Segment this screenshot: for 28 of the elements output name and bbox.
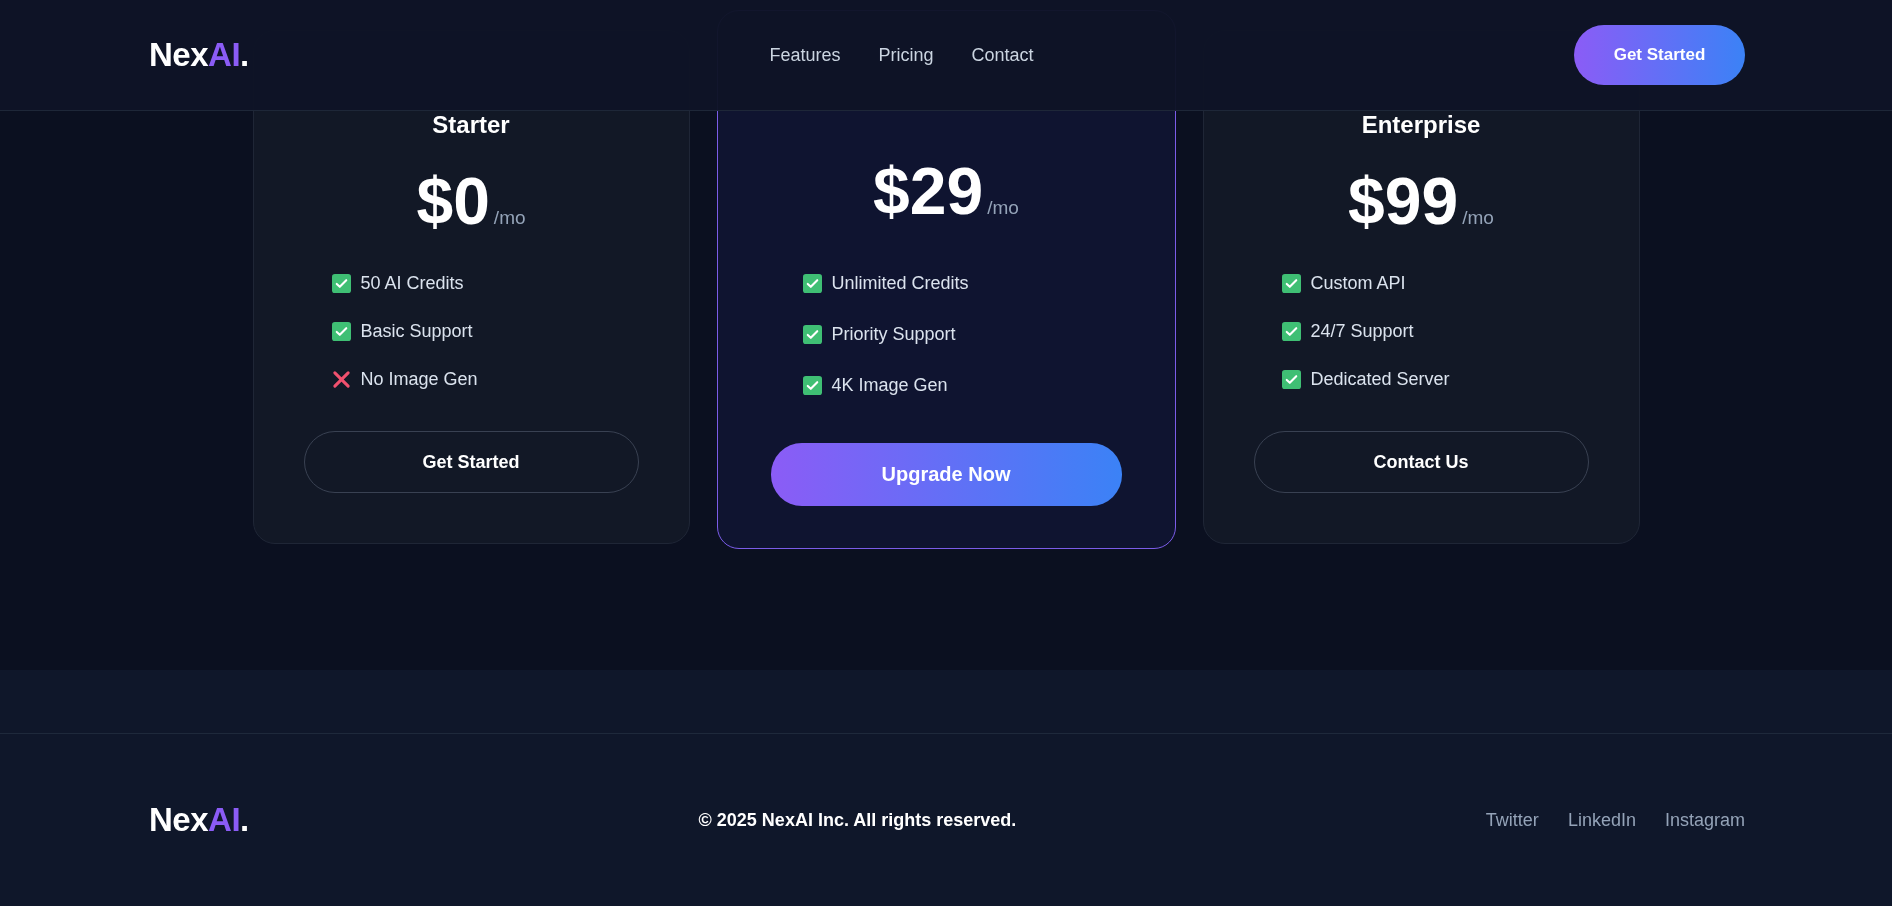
upgrade-button[interactable]: Upgrade Now (770, 443, 1122, 506)
get-started-button[interactable]: Get Started (1574, 25, 1745, 85)
social-link[interactable]: Instagram (1664, 809, 1745, 831)
feature-label: 24/7 Support (1310, 320, 1414, 342)
plan-price: $29 (873, 155, 984, 227)
price-period: /mo (493, 207, 526, 229)
plan-title: Enterprise (1361, 111, 1481, 139)
price-period: /mo (1462, 207, 1494, 229)
feature-label: No Image Gen (360, 368, 478, 390)
feature-label: Unlimited Credits (831, 272, 969, 294)
nav-link[interactable]: Pricing (878, 44, 934, 66)
plan-price: $99 (1348, 165, 1459, 237)
social-link[interactable]: Twitter (1485, 809, 1539, 831)
nav-link[interactable]: Features (769, 44, 841, 66)
feature-label: Basic Support (360, 320, 473, 342)
social-link[interactable]: LinkedIn (1567, 809, 1636, 831)
copyright-text: © 2025 NexAI Inc. All rights reserved. (698, 809, 1017, 831)
feature-label: Dedicated Server (1310, 368, 1450, 390)
nav-link[interactable]: Contact (971, 44, 1034, 66)
feature-label: 4K Image Gen (831, 374, 948, 396)
logo[interactable]: NexAI. (149, 801, 269, 839)
logo[interactable]: NexAI. (149, 36, 269, 74)
price-period: /mo (987, 197, 1019, 219)
feature-label: Priority Support (831, 323, 956, 345)
feature-label: 50 AI Credits (360, 272, 464, 294)
plan-price: $0 (416, 165, 490, 237)
feature-label: Custom API (1310, 272, 1406, 294)
plan-title: Starter (432, 111, 510, 139)
